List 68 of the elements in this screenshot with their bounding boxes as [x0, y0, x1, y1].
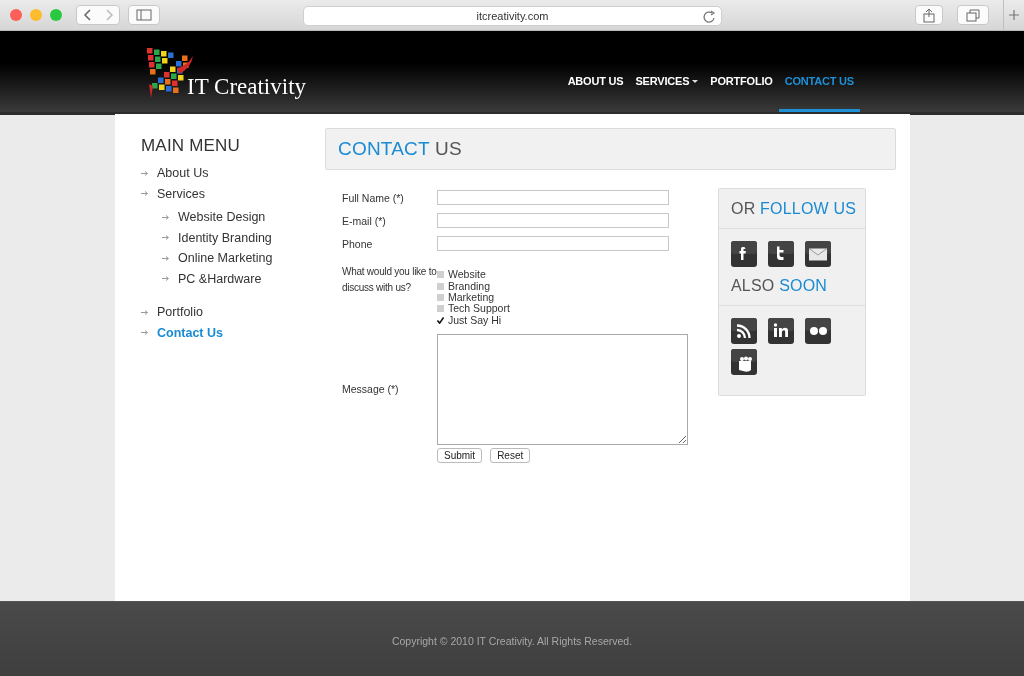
arrow-icon [162, 254, 169, 262]
arrow-icon [141, 308, 148, 316]
copyright-text: Copyright © 2010 IT Creativity. All Rights Reserved. [391, 634, 633, 647]
menu-link[interactable]: Identity Branding [178, 230, 272, 245]
caret-icon [692, 79, 699, 83]
menu-link[interactable]: Contact Us [157, 325, 223, 340]
address-bar[interactable]: itcreativity.com [303, 6, 722, 26]
menu-link[interactable]: About Us [157, 166, 209, 181]
nav-link[interactable]: ABOUT US [561, 75, 630, 112]
zoom-button[interactable] [50, 9, 62, 21]
share-button[interactable] [915, 5, 943, 25]
plus-icon [1009, 10, 1019, 20]
section-title: ALSO SOON [719, 277, 865, 306]
checkbox[interactable] [437, 316, 444, 324]
reload-icon [702, 10, 716, 24]
rss-icon[interactable] [731, 318, 757, 344]
arrow-icon [162, 234, 169, 242]
tabs-icon [966, 8, 980, 22]
linkedin-icon[interactable] [768, 318, 794, 344]
checkbox-label: Just Say Hi [448, 314, 502, 326]
form-button[interactable]: Submit [437, 447, 483, 463]
envelope-icon[interactable] [805, 241, 831, 267]
input-field[interactable] [437, 236, 669, 251]
checkbox-label: Branding [448, 280, 491, 292]
checkbox[interactable] [437, 305, 444, 313]
checkbox[interactable] [437, 293, 444, 301]
checkbox-label: Tech Support [448, 303, 510, 315]
url-text: itcreativity.com [476, 10, 549, 22]
field-label: E-mail (*) [342, 214, 387, 229]
checkbox[interactable] [437, 282, 444, 290]
back-forward-buttons[interactable] [76, 5, 120, 25]
close-button[interactable] [10, 9, 22, 21]
form-button[interactable]: Reset [490, 447, 531, 463]
arrow-icon [141, 329, 148, 337]
menu-link[interactable]: Portfolio [157, 305, 203, 320]
people-icon[interactable] [731, 349, 757, 375]
nav-link[interactable]: SERVICES [629, 75, 705, 112]
field-label: Phone [342, 237, 374, 252]
arrow-icon [162, 275, 169, 283]
message-field[interactable] [437, 333, 688, 445]
logo-text[interactable]: IT Creativity [187, 74, 307, 100]
arrow-icon [141, 169, 148, 177]
two-dots-icon[interactable] [805, 318, 831, 344]
menu-link[interactable]: Services [157, 186, 205, 201]
page-heading: CONTACT US [338, 138, 462, 160]
sidebar-button[interactable] [128, 5, 160, 25]
section-title: OR FOLLOW US [719, 189, 865, 229]
sidebar-icon [136, 9, 152, 21]
field-label: Message (*) [342, 382, 400, 398]
arrow-icon [141, 190, 148, 198]
facebook-icon[interactable] [731, 241, 757, 267]
twitter-icon[interactable] [768, 241, 794, 267]
field-label: What would you like to discuss with us? [342, 265, 437, 295]
checkbox-label: Marketing [448, 291, 495, 303]
tabs-button[interactable] [957, 5, 989, 25]
menu-link[interactable]: Online Marketing [178, 251, 273, 266]
share-icon [922, 7, 936, 23]
checkbox-label: Website [448, 269, 486, 281]
field-label: Full Name (*) [342, 191, 405, 206]
input-field[interactable] [437, 190, 669, 205]
input-field[interactable] [437, 213, 669, 228]
arrow-icon [162, 213, 169, 221]
menu-link[interactable]: PC &Hardware [178, 271, 262, 286]
menu-title: MAIN MENU [141, 136, 242, 156]
checkbox[interactable] [437, 271, 444, 279]
minimize-button[interactable] [30, 9, 42, 21]
nav-link[interactable]: PORTFOLIO [704, 75, 779, 112]
menu-link[interactable]: Website Design [178, 210, 266, 225]
